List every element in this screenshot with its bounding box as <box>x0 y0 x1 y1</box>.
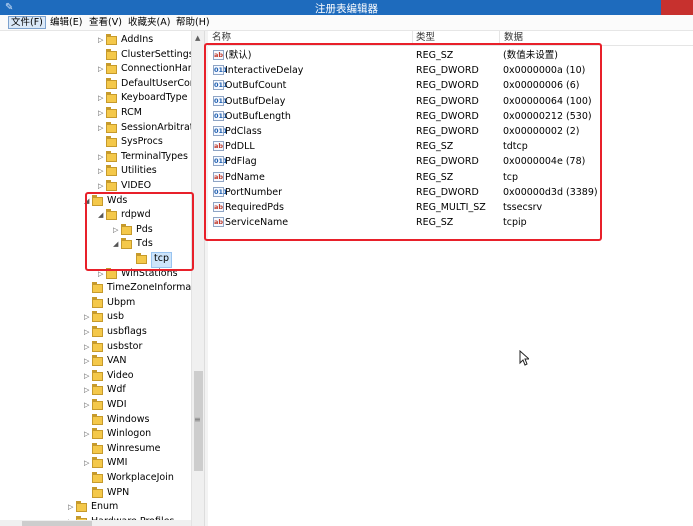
tree-node-label: usbstor <box>107 340 143 352</box>
tree-node-label: WPN <box>107 486 130 498</box>
expand-arrow-icon <box>84 474 90 482</box>
tree-vertical-scrollbar[interactable]: ▲ ≡ <box>191 31 205 526</box>
folder-icon <box>92 399 103 410</box>
folder-icon <box>106 150 117 162</box>
expand-arrow-icon[interactable]: ▷ <box>84 372 90 380</box>
folder-icon <box>106 107 117 118</box>
tree-node-label: Video <box>107 369 134 381</box>
tree-node-label: VIDEO <box>121 180 152 191</box>
tree-node-label: Windows <box>107 413 150 425</box>
folder-icon <box>92 457 103 469</box>
folder-icon <box>106 48 117 60</box>
folder-icon <box>106 63 117 75</box>
expand-arrow-icon[interactable]: ▷ <box>98 94 104 102</box>
expand-arrow-icon[interactable]: ▷ <box>84 343 90 351</box>
registry-tree[interactable]: ▷ AddIns ClusterSettings ▷ ConnectionHand Def… <box>0 31 204 526</box>
folder-icon <box>92 472 103 483</box>
tree-node-label: Winlogon <box>107 428 152 440</box>
grip-icon: ≡ <box>194 415 201 424</box>
tree-node-label: Utilities <box>121 165 157 177</box>
tree-node-label: usbflags <box>107 326 147 337</box>
tree-node-label: Winresume <box>107 442 161 454</box>
tree-node-label: ConnectionHand <box>121 63 200 75</box>
expand-arrow-icon[interactable]: ▷ <box>84 386 90 394</box>
folder-icon <box>106 77 117 89</box>
tree-node-label: WDI <box>107 399 127 410</box>
highlight-box-values <box>204 43 602 241</box>
tree-node-label: DefaultUserCont <box>121 77 200 89</box>
folder-icon <box>92 355 103 367</box>
folder-icon <box>92 486 103 498</box>
expand-arrow-icon[interactable]: ▷ <box>98 182 104 190</box>
folder-icon <box>76 501 87 513</box>
menu-file[interactable]: 文件(F) <box>8 16 46 29</box>
expand-arrow-icon <box>98 51 104 59</box>
tree-node-label: WorkplaceJoin <box>107 472 174 483</box>
folder-icon <box>92 369 103 381</box>
tree-node-label: TimeZoneInformati <box>107 282 198 294</box>
expand-arrow-icon[interactable]: ▷ <box>84 459 90 467</box>
expand-arrow-icon[interactable]: ▷ <box>98 65 104 73</box>
expand-arrow-icon[interactable]: ▷ <box>98 153 104 161</box>
expand-arrow-icon[interactable]: ▷ <box>84 401 90 409</box>
highlight-box-tree <box>85 192 194 271</box>
expand-arrow-icon <box>84 284 90 292</box>
menu-view[interactable]: 查看(V) <box>87 17 124 28</box>
expand-arrow-icon <box>98 138 104 146</box>
folder-icon <box>106 34 117 45</box>
expand-arrow-icon[interactable]: ▷ <box>84 430 90 438</box>
folder-icon <box>92 340 103 352</box>
expand-arrow-icon[interactable]: ▷ <box>98 124 104 132</box>
horizontal-scroll-thumb[interactable] <box>22 521 92 526</box>
tree-node-label: AddIns <box>121 34 154 45</box>
expand-arrow-icon <box>84 445 90 453</box>
expand-arrow-icon[interactable]: ▷ <box>84 328 90 336</box>
folder-icon <box>106 165 117 177</box>
expand-arrow-icon <box>98 80 104 88</box>
title-bar: ✎ 注册表编辑器 <box>0 0 693 15</box>
menu-edit[interactable]: 编辑(E) <box>48 17 84 28</box>
scroll-up-icon[interactable]: ▲ <box>195 34 200 42</box>
tree-node-label: KeyboardType M <box>121 92 199 104</box>
tree-node-label: Wdf <box>107 384 126 396</box>
folder-icon <box>92 282 103 294</box>
expand-arrow-icon[interactable]: ▷ <box>84 313 90 321</box>
window-title: 注册表编辑器 <box>315 3 378 15</box>
tree-node-label: Ubpm <box>107 296 136 308</box>
expand-arrow-icon[interactable]: ▷ <box>98 36 104 44</box>
expand-arrow-icon[interactable]: ▷ <box>84 357 90 365</box>
menu-favorites[interactable]: 收藏夹(A) <box>126 17 172 28</box>
folder-icon <box>92 413 103 425</box>
menu-help[interactable]: 帮助(H) <box>174 17 212 28</box>
expand-arrow-icon <box>84 299 90 307</box>
folder-icon <box>92 428 103 440</box>
close-button[interactable] <box>661 0 693 15</box>
tree-node-label: ClusterSettings <box>121 48 194 60</box>
tree-node-label: TerminalTypes <box>121 150 188 162</box>
folder-icon <box>106 121 117 133</box>
folder-icon <box>92 384 103 396</box>
expand-arrow-icon[interactable]: ▷ <box>68 503 74 511</box>
tree-node-label: SessionArbitratio <box>121 121 202 133</box>
folder-icon <box>92 311 103 323</box>
folder-icon <box>106 92 117 104</box>
folder-icon <box>92 326 103 337</box>
expand-arrow-icon[interactable]: ▷ <box>98 167 104 175</box>
expand-arrow-icon <box>84 489 90 497</box>
expand-arrow-icon[interactable]: ▷ <box>98 109 104 117</box>
tree-node-label: WMI <box>107 457 128 469</box>
tree-node-label: Enum <box>91 501 119 513</box>
folder-icon <box>92 296 103 308</box>
tree-node-label: RCM <box>121 107 142 118</box>
folder-icon <box>106 136 117 148</box>
folder-icon <box>92 442 103 454</box>
mouse-cursor-icon <box>519 350 529 366</box>
expand-arrow-icon <box>84 416 90 424</box>
menu-bar: 文件(F) 编辑(E) 查看(V) 收藏夹(A) 帮助(H) <box>0 15 693 31</box>
tree-node-label: SysProcs <box>121 136 163 148</box>
folder-icon <box>106 180 117 191</box>
tree-node-label: VAN <box>107 355 127 367</box>
tree-node-label: usb <box>107 311 125 323</box>
